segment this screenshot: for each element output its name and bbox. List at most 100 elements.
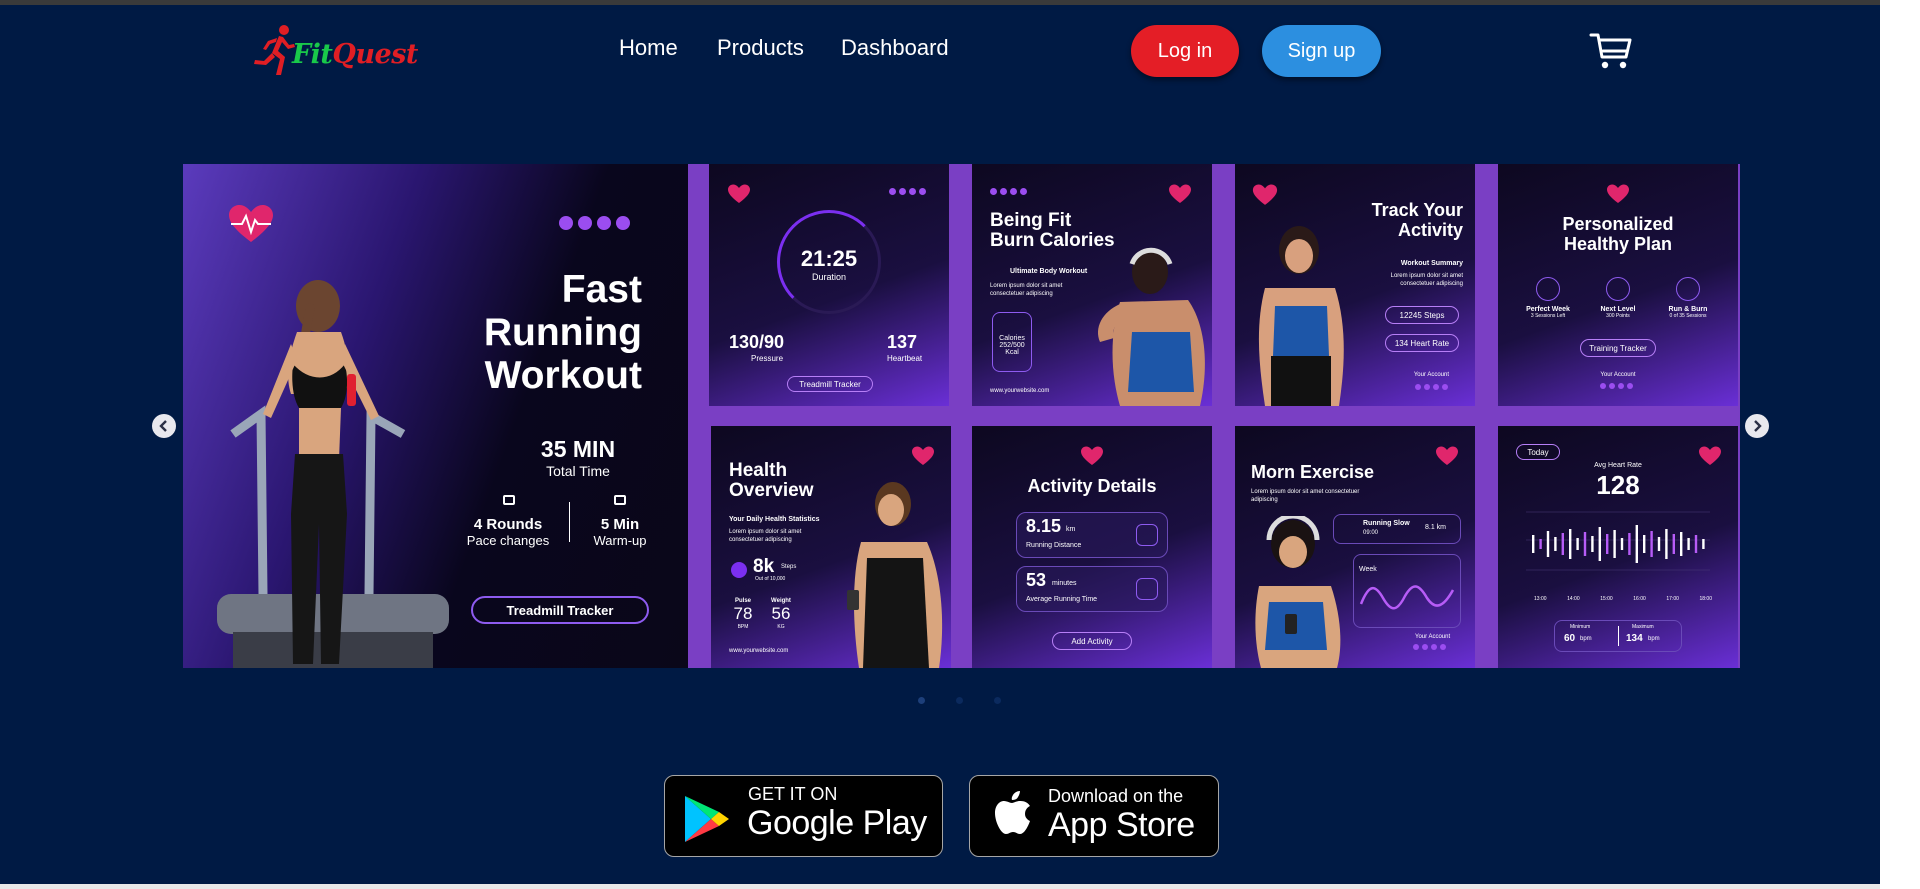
rounds-value: 4 Rounds	[473, 516, 543, 533]
app-store-small-text: Download on the	[1048, 786, 1184, 806]
account-dots-icon	[1600, 383, 1633, 389]
google-play-small-text: GET IT ON	[748, 784, 838, 804]
carousel-dot[interactable]	[956, 697, 963, 704]
distance-label: Running Distance	[1026, 542, 1082, 549]
carousel-dot[interactable]	[918, 697, 925, 704]
app-store-big-text: App Store	[1048, 806, 1195, 844]
heart-rate-bar	[1620, 538, 1624, 550]
steps-icon	[731, 562, 747, 578]
social-icons	[559, 216, 630, 230]
plan-item1: Perfect Week 3 Sessions Left	[1518, 306, 1578, 319]
heart-rate-bar	[1539, 539, 1542, 549]
heart-rate-bar	[1657, 537, 1661, 551]
hero-title-line3: Workout	[484, 354, 642, 397]
woman-on-treadmill-image	[217, 280, 449, 668]
pressure-label: Pressure	[751, 354, 784, 363]
max-value: 134	[1626, 633, 1643, 644]
heart-rate-bar	[1561, 533, 1564, 555]
woman-with-phone-image	[847, 482, 943, 668]
social-dot-icon	[616, 216, 630, 230]
hero-title: Fast Running Workout	[484, 268, 642, 397]
login-button[interactable]: Log in	[1131, 25, 1239, 77]
overview-title-line1: Health	[729, 460, 788, 481]
burn-body: Lorem ipsum dolor sit amet consectetuer …	[990, 283, 1063, 297]
avg-heart-value: 128	[1596, 470, 1640, 500]
avg-heart-label: Avg Heart Rate	[1594, 462, 1642, 469]
plan-item1-label: Perfect Week	[1526, 306, 1570, 313]
duration-time: 21:25	[800, 246, 858, 271]
duration-cta[interactable]: Treadmill Tracker	[787, 376, 873, 392]
carousel-dot[interactable]	[994, 697, 1001, 704]
heart-rate-bar	[1613, 530, 1616, 558]
plan-item3: Run & Burn 0 of 35 Sessions	[1658, 306, 1718, 319]
track-title-line1: Track Your	[1371, 200, 1463, 220]
social-dot-icon	[597, 216, 611, 230]
brand-logo[interactable]: FitQuest	[250, 23, 430, 83]
heart-rate-bar	[1680, 532, 1683, 556]
cart-icon	[1589, 33, 1632, 69]
slide-heart-rate-card: Today Avg Heart Rate 128 13:00 14:00 15:…	[1498, 426, 1738, 668]
carousel-next-button[interactable]	[1745, 414, 1769, 438]
heart-rate-bar	[1665, 529, 1668, 559]
cart-button[interactable]	[1589, 31, 1633, 71]
carousel-prev-button[interactable]	[152, 414, 176, 438]
heart-rate-bar	[1569, 529, 1572, 559]
stat-divider	[569, 502, 570, 542]
apple-icon	[995, 791, 1030, 834]
warmup-stat: 5 Min Warm-up	[577, 516, 663, 548]
plan-title-line2: Healthy Plan	[1563, 234, 1673, 254]
plan-item2-label: Next Level	[1600, 306, 1636, 313]
heart-pulse-icon	[1607, 184, 1629, 203]
calories-label: Calories	[999, 335, 1025, 342]
pressure-value: 130/90	[729, 332, 785, 352]
pulse-unit: BPM	[737, 624, 749, 630]
signup-button[interactable]: Sign up	[1262, 25, 1381, 77]
heart-time-label: 17:00	[1666, 596, 1679, 602]
pulse-block: Pulse 78 BPM	[727, 598, 759, 630]
google-play-big-text: Google Play	[747, 804, 927, 842]
add-activity-button[interactable]: Add Activity	[1052, 632, 1132, 650]
dots-icon	[990, 188, 1027, 195]
rounds-label: Pace changes	[466, 533, 550, 548]
account-dots-icon	[1413, 644, 1446, 650]
minutes-value: 53	[1026, 570, 1047, 590]
plan-item2: Next Level 300 Points	[1588, 306, 1648, 319]
google-play-badge[interactable]: GET IT ON Google Play	[664, 775, 943, 857]
heart-rate-bar	[1546, 531, 1550, 557]
total-time-stat: 35 MIN Total Time	[513, 436, 643, 479]
fire-icon	[1676, 277, 1700, 301]
burn-title-line1: Being Fit	[990, 210, 1072, 231]
calories-box: Calories 252/500 Kcal	[992, 312, 1032, 372]
heart-pulse-icon	[1081, 446, 1103, 465]
hero-cta-button[interactable]: Treadmill Tracker	[471, 596, 649, 624]
nav-products-link[interactable]: Products	[717, 35, 804, 61]
heart-rate-bar	[1576, 538, 1579, 550]
smiling-woman-image	[1258, 226, 1344, 406]
dots-icon	[889, 188, 926, 195]
plan-cta[interactable]: Training Tracker	[1580, 339, 1656, 357]
overview-title-line2: Overview	[729, 480, 814, 501]
app-store-badge[interactable]: Download on the App Store	[969, 775, 1219, 857]
google-play-icon	[685, 796, 729, 842]
burn-subtitle: Ultimate Body Workout	[1010, 268, 1088, 275]
warmup-label: Warm-up	[593, 533, 647, 548]
rounds-stat: 4 Rounds Pace changes	[453, 516, 563, 548]
nav-home-link[interactable]: Home	[619, 35, 678, 61]
chevron-left-icon	[159, 420, 167, 432]
heart-rate-bar	[1628, 533, 1631, 555]
heart-time-axis: 13:00 14:00 15:00 16:00 17:00 18:00	[1534, 596, 1712, 602]
calories-unit: Kcal	[1005, 349, 1019, 356]
runner-icon	[254, 25, 295, 75]
heart-pulse-icon	[1436, 446, 1458, 465]
wave-chart	[1359, 585, 1455, 610]
promo-carousel[interactable]: Fast Running Workout 35 MIN Total Time 4…	[183, 164, 1740, 668]
slide-morn-exercise-card: Morn Exercise Lorem ipsum dolor sit amet…	[1235, 426, 1475, 668]
warmup-value: 5 Min	[600, 516, 640, 533]
steps-pill: 12245 Steps	[1385, 306, 1459, 324]
slide-healthy-plan-card: Personalized Healthy Plan Perfect Week 3…	[1498, 164, 1738, 406]
morn-account: Your Account	[1415, 634, 1451, 640]
nav-dashboard-link[interactable]: Dashboard	[841, 35, 949, 61]
heart-rate-bar	[1635, 525, 1638, 563]
heart-rate-bar	[1583, 532, 1587, 556]
plan-item2-sub: 300 Points	[1606, 313, 1630, 319]
